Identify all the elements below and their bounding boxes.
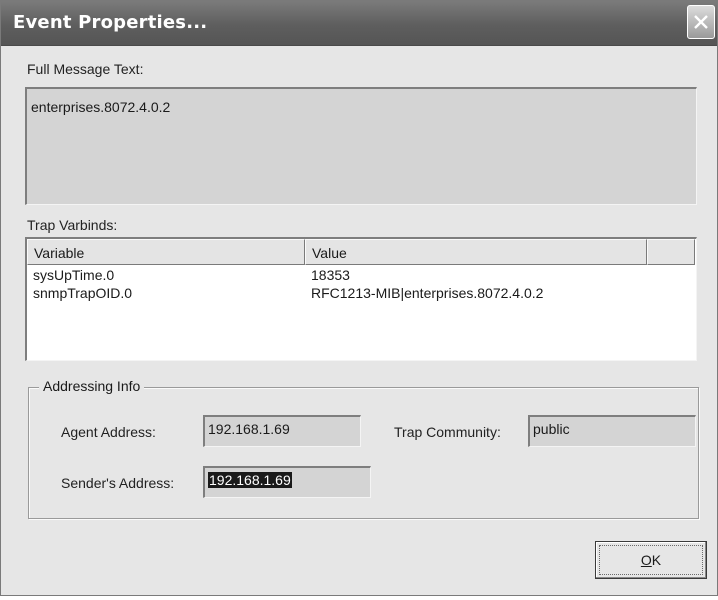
row-value: RFC1213-MIB|enterprises.8072.4.0.2: [311, 285, 544, 301]
column-header-value[interactable]: Value: [305, 239, 647, 265]
senders-address-label: Sender's Address:: [61, 475, 175, 491]
close-button[interactable]: [687, 5, 715, 39]
selected-text: 192.168.1.69: [208, 472, 292, 488]
addressing-info-group: [28, 387, 699, 519]
row-variable: snmpTrapOID.0: [33, 285, 133, 301]
event-properties-dialog: Event Properties... Full Message Text: e…: [0, 0, 718, 596]
trap-community-field[interactable]: public: [528, 415, 696, 447]
agent-address-field[interactable]: 192.168.1.69: [203, 415, 361, 447]
trap-community-label: Trap Community:: [394, 424, 501, 440]
varbinds-list[interactable]: Variable Value sysUpTime.0 18353 snmpTra…: [25, 237, 697, 361]
column-header-variable[interactable]: Variable: [27, 239, 305, 265]
column-header-empty[interactable]: [647, 239, 695, 265]
row-variable: sysUpTime.0: [33, 267, 115, 283]
ok-button-label: OK: [640, 552, 662, 568]
addressing-info-label: Addressing Info: [39, 378, 145, 394]
close-icon: [694, 15, 708, 29]
trap-varbinds-label: Trap Varbinds:: [27, 217, 118, 233]
full-message-label: Full Message Text:: [27, 61, 144, 77]
title-bar[interactable]: Event Properties...: [1, 1, 717, 46]
row-value: 18353: [311, 267, 350, 283]
list-header: Variable Value: [27, 239, 695, 265]
full-message-text: enterprises.8072.4.0.2: [31, 99, 171, 115]
agent-address-label: Agent Address:: [61, 424, 156, 440]
senders-address-field[interactable]: 192.168.1.69: [203, 466, 371, 498]
ok-button[interactable]: OK: [595, 541, 707, 579]
full-message-textbox[interactable]: enterprises.8072.4.0.2: [25, 87, 697, 205]
dialog-title: Event Properties...: [13, 12, 208, 33]
